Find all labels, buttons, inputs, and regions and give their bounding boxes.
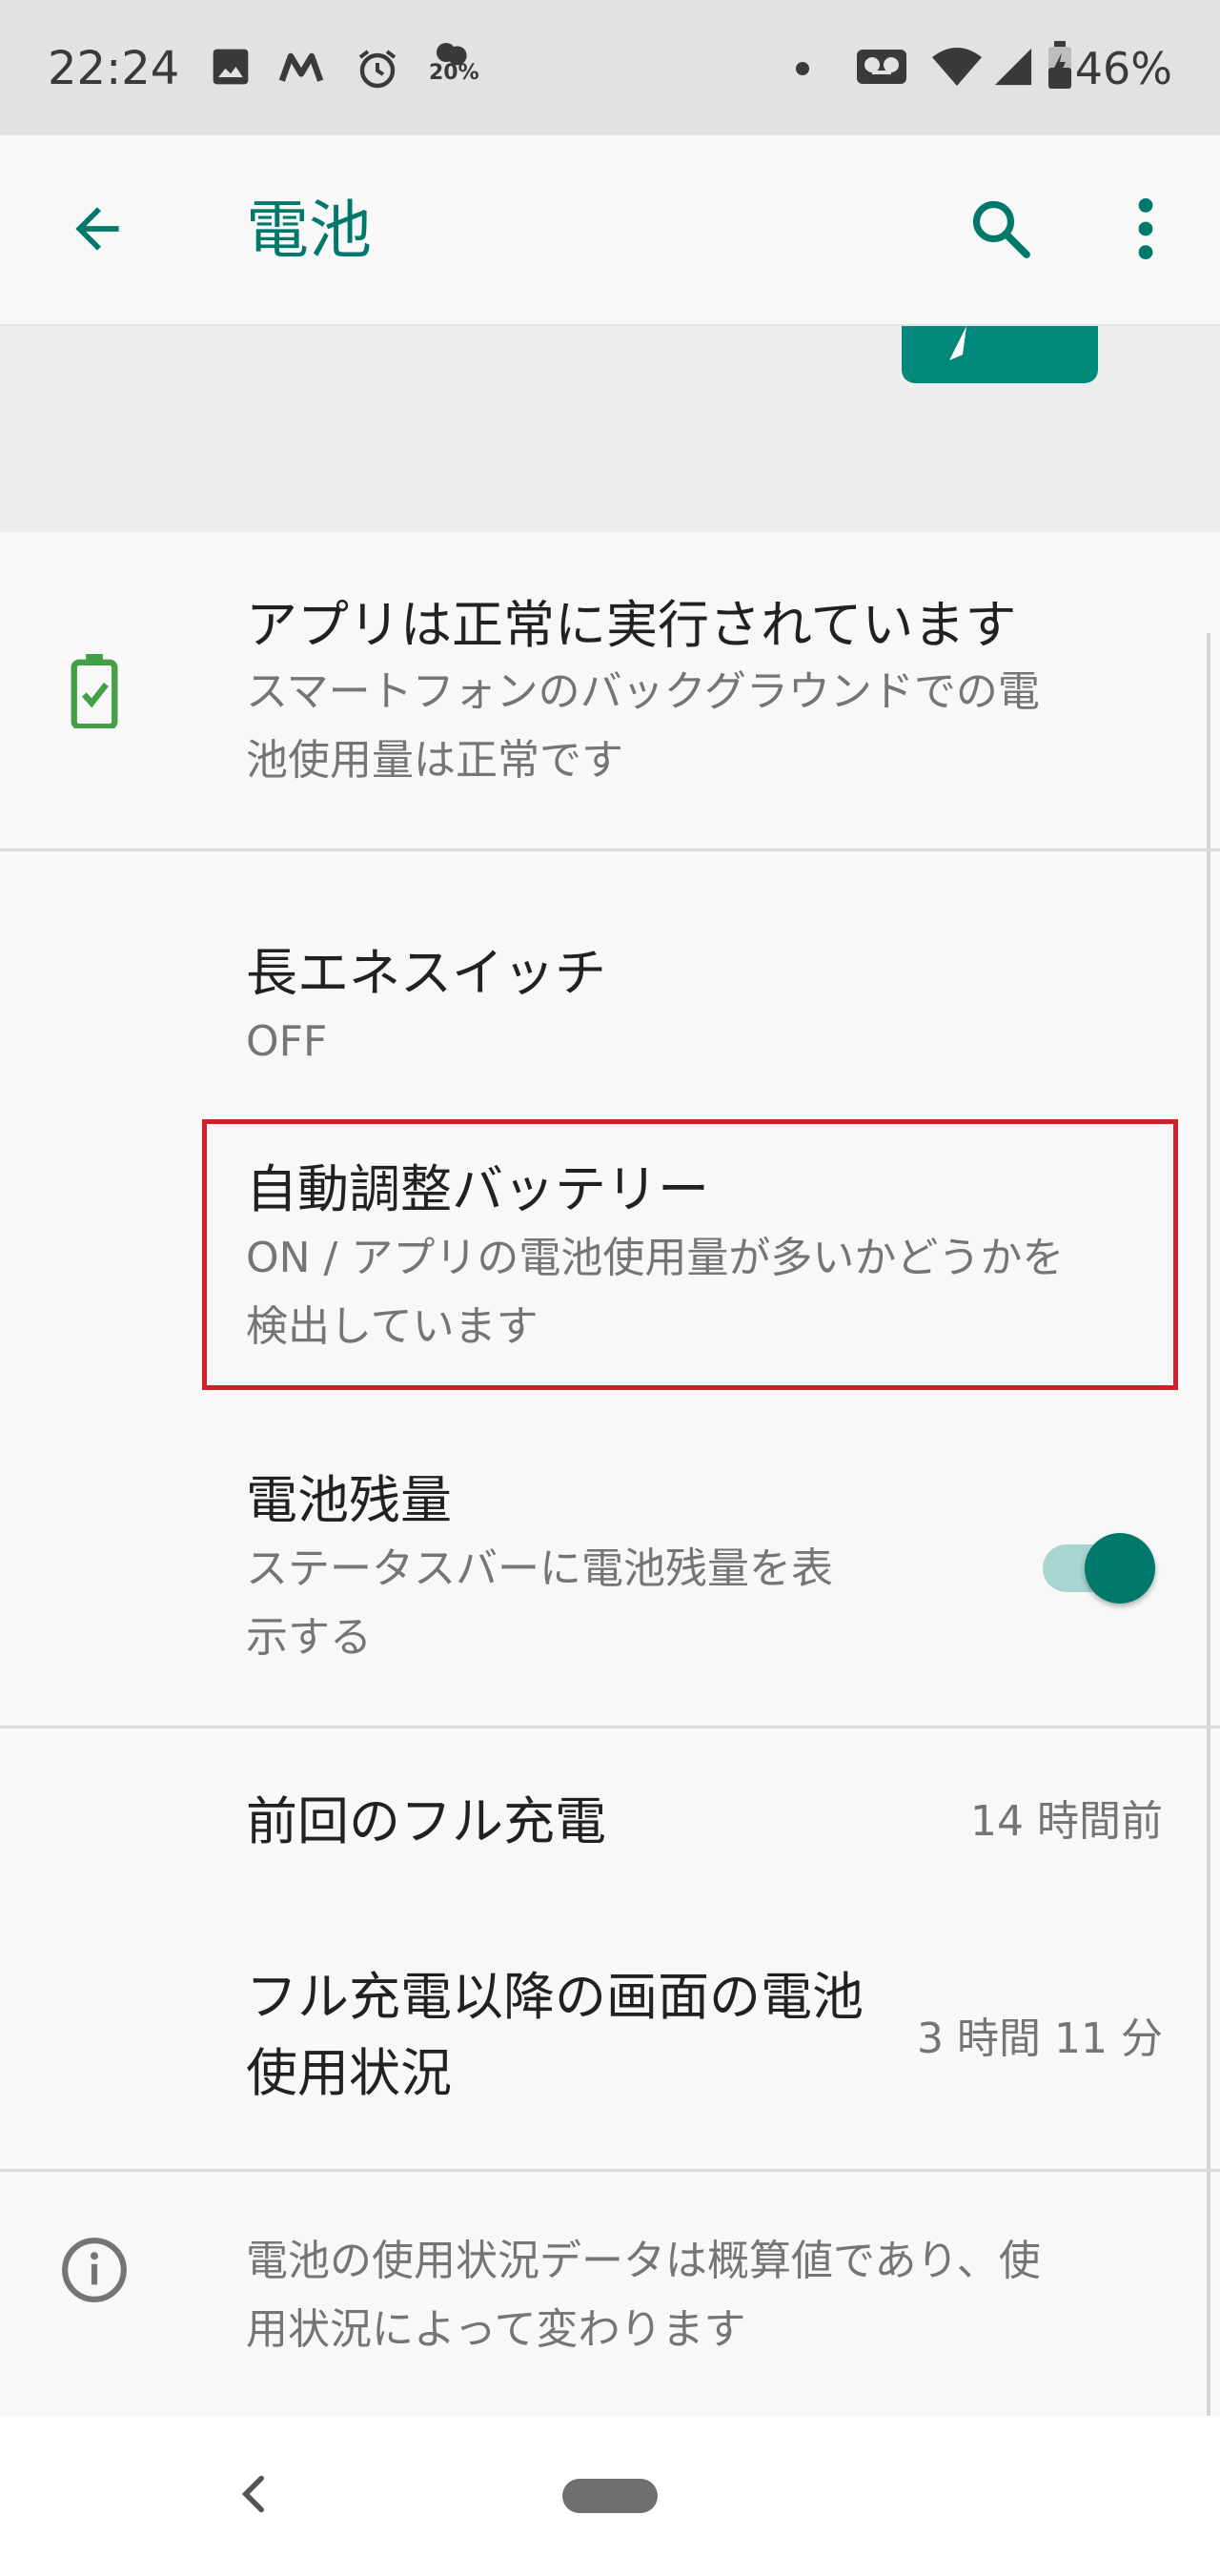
search-button[interactable] <box>953 183 1048 278</box>
app-status-subtitle-2: 池使用量は正常です <box>246 736 623 785</box>
battery-graph-area <box>0 326 1220 532</box>
status-time: 22:24 <box>48 42 180 95</box>
wifi-icon <box>930 46 984 92</box>
partial-battery-card <box>902 326 1098 383</box>
battery-percentage-subtitle-2: 示する <box>246 1613 372 1662</box>
screen-usage-item[interactable]: フル充電以降の画面の電池 使用状況 3 時間 11 分 <box>0 1910 1220 2169</box>
toggle-thumb[interactable] <box>1085 1533 1155 1604</box>
screen-usage-title-2: 使用状況 <box>246 2043 452 2103</box>
nav-back-icon <box>239 2473 268 2519</box>
more-vert-icon <box>1136 198 1155 263</box>
battery-check-icon <box>71 654 118 732</box>
alarm-icon <box>355 46 400 92</box>
back-button[interactable] <box>50 183 145 278</box>
last-full-charge-value: 14 時間前 <box>970 1797 1163 1846</box>
screen-usage-title-1: フル充電以降の画面の電池 <box>246 1967 864 2027</box>
last-full-charge-title: 前回のフル充電 <box>246 1791 606 1851</box>
battery-saver-item[interactable]: 長エネスイッチ OFF <box>0 851 1220 1071</box>
footer-info-line-1: 電池の使用状況データは概算値であり、使 <box>246 2237 1041 2285</box>
highlight-box <box>202 1119 1178 1390</box>
m-icon <box>278 46 324 92</box>
more-options-button[interactable] <box>1098 183 1193 278</box>
battery-percent: 46% <box>1074 43 1172 94</box>
app-status-title: アプリは正常に実行されています <box>246 595 1017 655</box>
image-icon <box>210 46 252 92</box>
app-bar: 電池 <box>0 135 1220 326</box>
app-status-subtitle-1: スマートフォンのバックグラウンドでの電 <box>246 667 1040 716</box>
footer-info: 電池の使用状況データは概算値であり、使 用状況によって変わります <box>0 2172 1220 2416</box>
battery-icon <box>1047 40 1073 89</box>
nav-back-button[interactable] <box>225 2467 282 2525</box>
info-icon <box>59 2235 130 2309</box>
last-full-charge-item[interactable]: 前回のフル充電 14 時間前 <box>0 1728 1220 1910</box>
battery-saver-title: 長エネスイッチ <box>246 943 606 1003</box>
screen-usage-value: 3 時間 11 分 <box>917 2014 1163 2063</box>
search-icon <box>966 194 1035 267</box>
page-title: 電池 <box>246 194 372 267</box>
battery-percentage-item[interactable]: 電池残量 ステータスバーに電池残量を表 示する <box>0 1430 1220 1726</box>
nav-home-button[interactable] <box>562 2479 658 2513</box>
footer-info-line-2: 用状況によって変わります <box>246 2305 746 2354</box>
signal-icon <box>993 46 1033 92</box>
dot-icon <box>795 61 810 76</box>
battery-percentage-subtitle-1: ステータスバーに電池残量を表 <box>246 1544 833 1593</box>
battery-saver-value: OFF <box>246 1017 328 1066</box>
voicemail-icon <box>854 46 909 92</box>
app-status-item[interactable]: アプリは正常に実行されています スマートフォンのバックグラウンドでの電 池使用量… <box>0 532 1220 850</box>
arrow-back-icon <box>65 196 130 265</box>
battery-percentage-title: 電池残量 <box>246 1470 452 1530</box>
navigation-bar <box>0 2416 1220 2576</box>
status-bar: 22:24 20% 46% <box>0 0 1220 135</box>
weather-icon: 20% <box>427 38 479 85</box>
weather-text: 20% <box>429 61 479 85</box>
